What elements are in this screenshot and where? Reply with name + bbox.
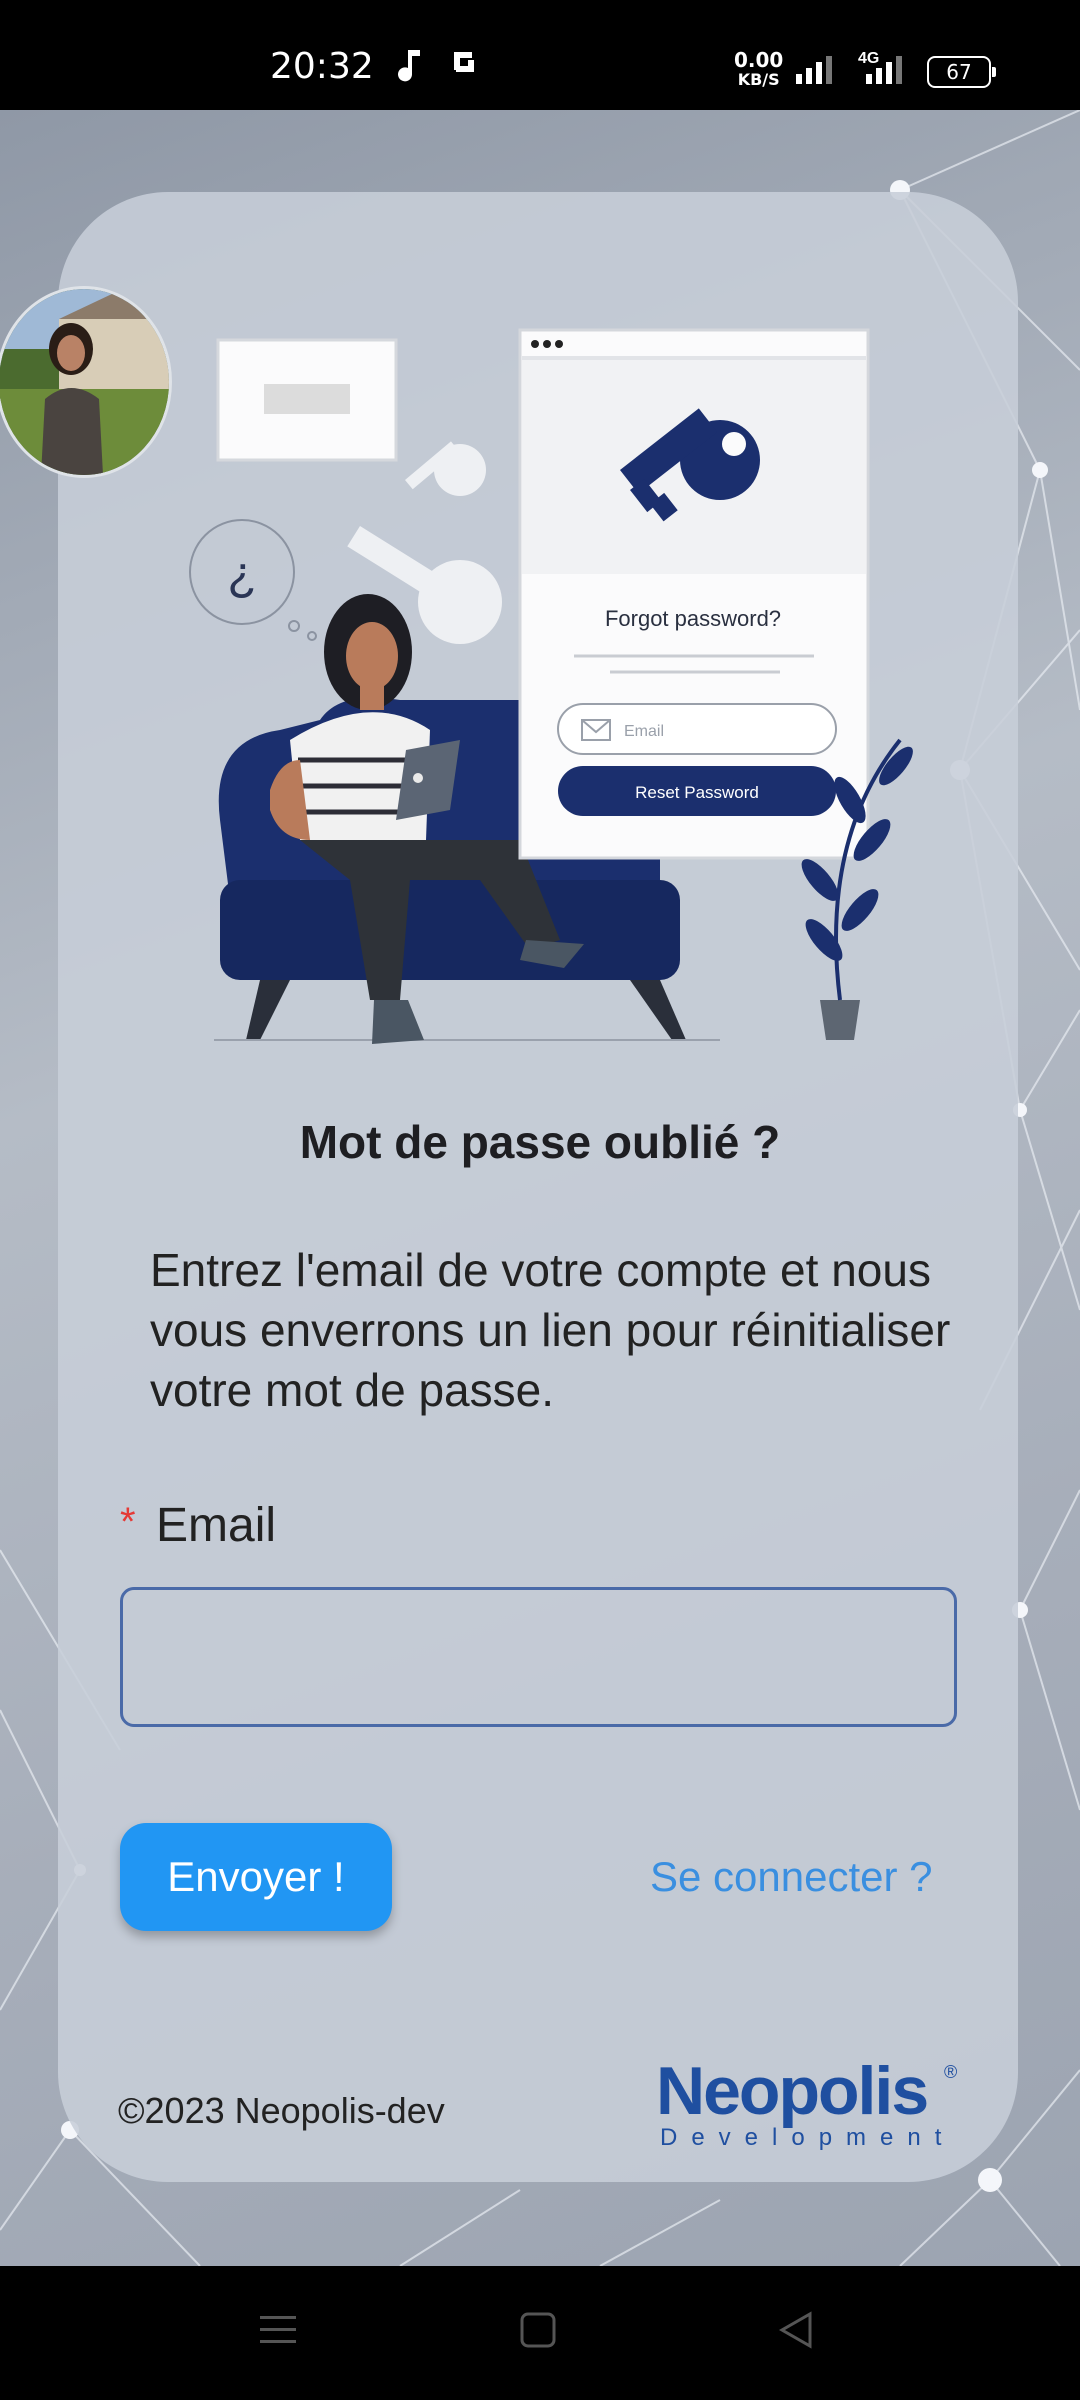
battery-indicator: 67 — [927, 56, 996, 88]
illustration-heading: Forgot password? — [605, 606, 781, 631]
login-link[interactable]: Se connecter ? — [650, 1853, 933, 1901]
send-button[interactable]: Envoyer ! — [120, 1823, 392, 1931]
music-note-icon — [398, 50, 420, 82]
email-label: Email — [156, 1499, 277, 1552]
home-icon[interactable] — [518, 2310, 558, 2350]
status-bar: 20:32 0.00 KB/S 4G 67 — [0, 0, 1080, 110]
forgot-password-illustration: ¿ Forgot password? Email Reset Password — [189, 328, 913, 1044]
page-title: Mot de passe oublié ? — [299, 1116, 781, 1168]
illustration-email-placeholder: Email — [624, 723, 664, 740]
signal-4g-icon — [866, 56, 902, 84]
signal-icon — [796, 56, 832, 84]
page-description: Entrez l'email de votre compte et nous v… — [150, 1244, 951, 1416]
registered-mark: ® — [944, 2062, 958, 2082]
network-speed: 0.00 KB/S — [734, 50, 783, 90]
network-speed-value: 0.00 — [734, 48, 784, 72]
avatar[interactable] — [0, 286, 172, 478]
status-time: 20:32 — [270, 46, 374, 87]
menu-icon[interactable] — [258, 2310, 298, 2350]
email-field[interactable] — [120, 1587, 957, 1727]
system-nav-bar — [0, 2266, 1080, 2400]
cast-icon — [454, 52, 474, 72]
illustration-reset-button: Reset Password — [635, 783, 759, 802]
copyright-text: ©2023 Neopolis-dev — [118, 2090, 445, 2131]
back-icon[interactable] — [776, 2310, 816, 2350]
logo-subtitle: Development — [660, 2124, 956, 2151]
logo-word: Neopolis — [656, 2053, 929, 2129]
neopolis-logo: Neopolis Development ® — [656, 2052, 958, 2152]
network-speed-unit: KB/S — [737, 70, 780, 89]
required-marker: * — [120, 1500, 136, 1544]
thought-symbol: ¿ — [227, 548, 256, 601]
